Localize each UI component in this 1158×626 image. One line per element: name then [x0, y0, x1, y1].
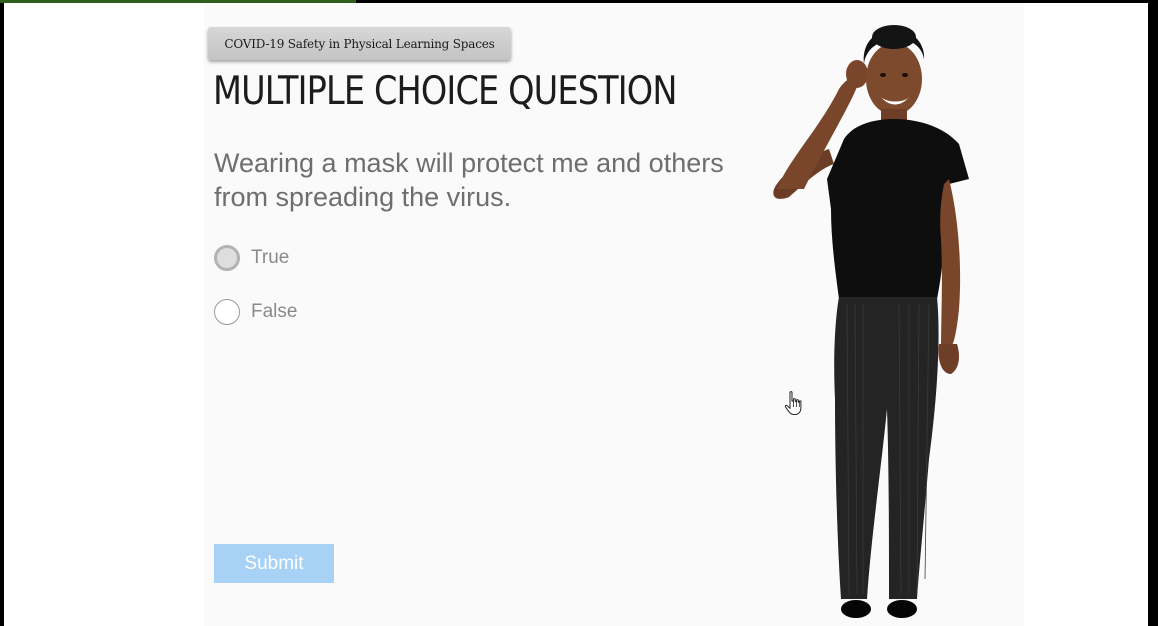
course-title-badge: COVID-19 Safety in Physical Learning Spa…	[208, 27, 511, 60]
question-type-heading: MULTIPLE CHOICE QUESTION	[213, 69, 677, 114]
option-true-label: True	[251, 247, 290, 268]
question-text: Wearing a mask will protect me and other…	[214, 148, 724, 212]
radio-true[interactable]	[214, 245, 240, 271]
presenter-image	[773, 25, 969, 618]
option-true[interactable]: True	[214, 242, 289, 274]
option-false-label: False	[251, 301, 298, 322]
radio-false[interactable]	[214, 299, 240, 325]
submit-button[interactable]: Submit	[214, 544, 334, 583]
option-false[interactable]: False	[214, 296, 297, 328]
course-title: COVID-19 Safety in Physical Learning Spa…	[224, 36, 495, 51]
slide-frame: COVID-19 Safety in Physical Learning Spa…	[4, 3, 1148, 626]
